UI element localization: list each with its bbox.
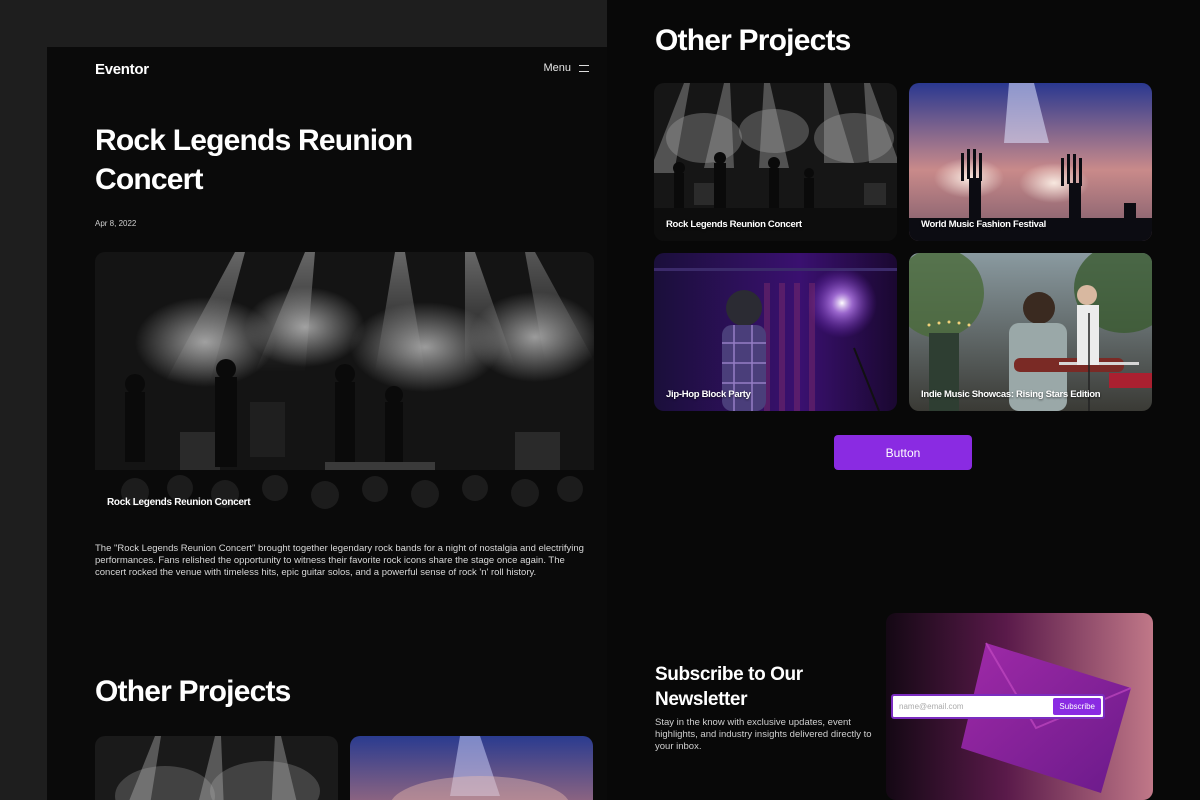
menu-label: Menu	[543, 62, 571, 74]
menu-button[interactable]: Menu	[543, 62, 589, 74]
article-date: Apr 8, 2022	[95, 219, 137, 228]
project-card-rock-legends[interactable]: Rock Legends Reunion Concert	[654, 83, 897, 241]
project-card-world-music[interactable]: World Music Fashion Festival	[909, 83, 1152, 241]
brand-logo[interactable]: Eventor	[95, 61, 149, 78]
article-title: Rock Legends Reunion Concert	[95, 124, 413, 196]
newsletter-description: Stay in the know with exclusive updates,…	[655, 717, 872, 752]
background-panel-top	[0, 0, 607, 47]
concert-photo-bw	[654, 83, 897, 241]
project-card-label: Indie Music Showcas: Rising Stars Editio…	[921, 389, 1101, 400]
project-card-label: Jip-Hop Block Party	[666, 389, 751, 400]
concert-photo-bw	[95, 736, 338, 800]
project-card-hip-hop[interactable]: Jip-Hop Block Party	[654, 253, 897, 411]
newsletter-title: Subscribe to Our Newsletter	[655, 664, 803, 710]
hero-caption: Rock Legends Reunion Concert	[107, 497, 251, 508]
subscribe-button[interactable]: Subscribe	[1053, 698, 1101, 715]
article-body: The "Rock Legends Reunion Concert" broug…	[95, 543, 584, 578]
concert-photo-bw	[95, 252, 594, 520]
project-card-label: Rock Legends Reunion Concert	[666, 219, 802, 230]
project-card-label: World Music Fashion Festival	[921, 219, 1046, 230]
project-card-preview[interactable]	[350, 736, 593, 800]
concert-photo-color	[350, 736, 593, 800]
rapper-photo	[654, 253, 897, 411]
other-projects-heading: Other Projects	[655, 24, 851, 57]
crowd-photo	[909, 83, 1152, 241]
project-card-indie-music[interactable]: Indie Music Showcas: Rising Stars Editio…	[909, 253, 1152, 411]
email-input[interactable]	[895, 698, 1054, 715]
primary-button[interactable]: Button	[834, 435, 972, 470]
project-card-preview[interactable]	[95, 736, 338, 800]
other-projects-heading: Other Projects	[95, 675, 291, 708]
guitarist-photo	[909, 253, 1152, 411]
article-page-preview: Eventor Menu Rock Legends Reunion Concer…	[47, 47, 607, 800]
background-panel-left	[0, 0, 47, 800]
newsletter-form: Subscribe	[891, 694, 1105, 719]
hamburger-icon	[579, 64, 589, 72]
hero-image: Rock Legends Reunion Concert	[95, 252, 594, 520]
